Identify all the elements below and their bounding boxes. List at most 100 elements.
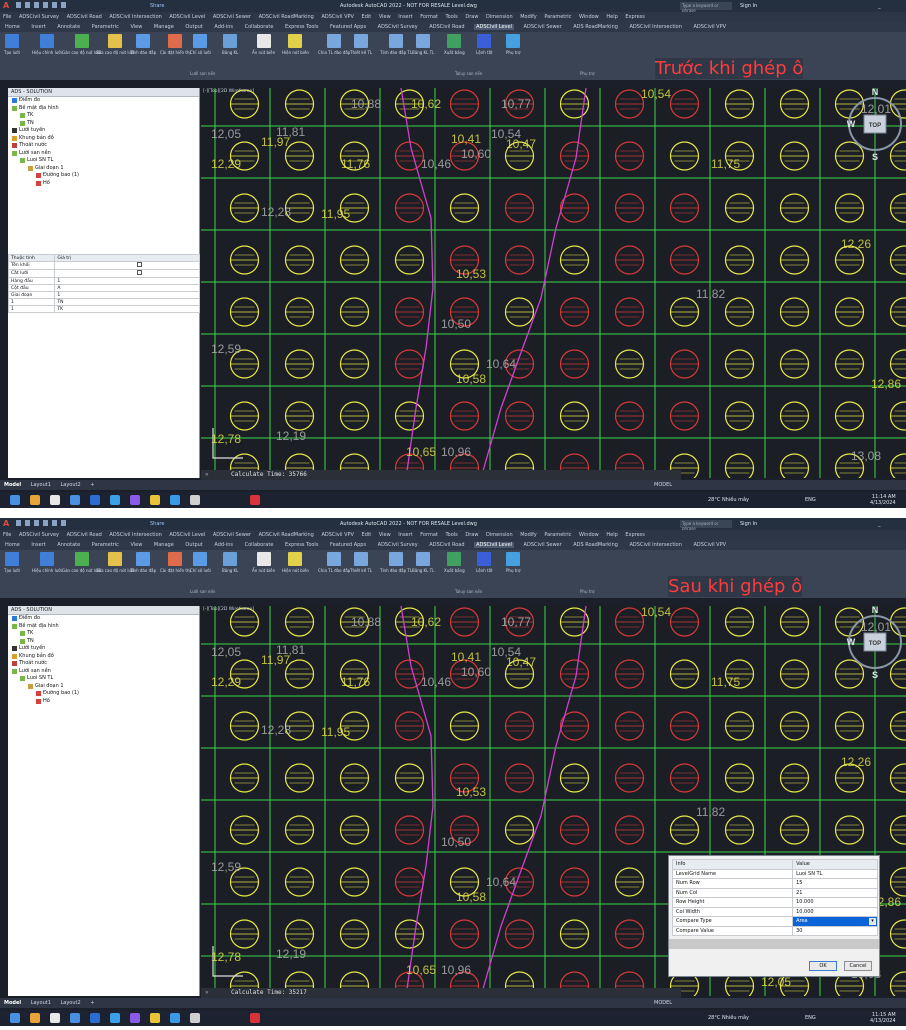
search-icon[interactable] (30, 495, 40, 505)
tree-item[interactable]: Đường bao (1) (8, 690, 199, 698)
search-input[interactable]: Type a keyword or phrase (680, 520, 732, 531)
share-button[interactable]: Share (150, 3, 164, 9)
info-value[interactable]: 21 (792, 887, 878, 898)
model-space-status[interactable]: MODEL (654, 998, 672, 1008)
tree-item[interactable]: Điểm đo (8, 615, 199, 623)
table-row[interactable]: Hàng đầu 1 (7, 277, 200, 285)
info-value[interactable]: 15 (792, 878, 878, 889)
info-value[interactable]: Luoi SN TL (792, 868, 878, 879)
menu-item[interactable]: ADSCivil Level (169, 14, 205, 20)
add-layout-button[interactable]: + (90, 482, 94, 488)
ribbon-button[interactable]: Lệnh tắt (476, 34, 493, 55)
cad-drawing[interactable]: 12,05 12,29 12,59 12,78 12,19 10,53 10,50 10,58… (201, 88, 906, 478)
menu-item[interactable]: ADSCivil RoadMarking (259, 532, 314, 538)
explorer-icon[interactable] (110, 495, 120, 505)
tree-item[interactable]: Lưới tuyến (8, 645, 199, 653)
weather-widget[interactable]: 28°C Nhiều mây (708, 1015, 749, 1021)
tab-view[interactable]: View (128, 542, 144, 548)
ribbon-button[interactable]: Tính đào đắp (130, 34, 156, 55)
autocad-taskbar-icon[interactable] (250, 1013, 260, 1023)
prop-value[interactable]: 1 (54, 277, 200, 285)
ribbon-button[interactable]: Phụ trợ (506, 34, 520, 55)
sign-in-button[interactable]: Sign In (740, 3, 757, 9)
app-icon[interactable] (190, 1013, 200, 1023)
input-language[interactable]: ENG (805, 1015, 816, 1021)
clock[interactable]: 11:14 AM 4/13/2024 (870, 494, 896, 506)
table-row[interactable]: Tên khối (7, 261, 200, 270)
autocad-taskbar-icon[interactable] (250, 495, 260, 505)
tab-parametric[interactable]: Parametric (90, 24, 121, 30)
ribbon-button[interactable]: Tạo lưới (4, 552, 20, 573)
menu-item[interactable]: Format (420, 14, 438, 20)
menu-item[interactable]: Modify (520, 14, 537, 20)
tree-item[interactable]: Đường bao (1) (8, 172, 199, 180)
tab-view[interactable]: View (128, 24, 144, 30)
zalo-icon[interactable] (130, 1013, 140, 1023)
ribbon-button[interactable]: Chia TL đào đắp (318, 552, 350, 573)
tab-output[interactable]: Output (183, 542, 204, 548)
app-icon[interactable] (170, 1013, 180, 1023)
menu-item[interactable]: Insert (398, 14, 412, 20)
tab-manage[interactable]: Manage (152, 542, 176, 548)
ribbon-button[interactable]: Bảng KL TL (412, 552, 434, 573)
menu-item[interactable]: File (3, 14, 11, 20)
autocad-logo-icon[interactable]: A (3, 1, 13, 11)
prop-value[interactable]: TN (54, 298, 200, 306)
menu-item[interactable]: ADSCivil Survey (19, 14, 59, 20)
tab-ads-roadmarking[interactable]: ADS RoadMarking (571, 24, 620, 30)
folder-icon[interactable] (150, 495, 160, 505)
viewport-controls-label[interactable]: [-][Top][2D Wireframe] (203, 89, 254, 94)
tab-addins[interactable]: Add-ins (212, 542, 235, 548)
tree-item[interactable]: Thoát nước (8, 142, 199, 150)
command-line[interactable]: ✕ Calculate Time: 35217 (201, 988, 681, 998)
menu-item[interactable]: View (379, 14, 391, 20)
menu-item[interactable]: Modify (520, 532, 537, 538)
explorer-icon[interactable] (110, 1013, 120, 1023)
tree-item[interactable]: Lưới san nền (8, 668, 199, 676)
app-icon[interactable] (190, 495, 200, 505)
menu-item[interactable]: Tools (445, 14, 457, 20)
menu-item[interactable]: ADSCivil Intersection (109, 532, 161, 538)
ribbon-button[interactable]: Phụ trợ (506, 552, 520, 573)
ribbon-button[interactable]: Hiệu chỉnh lưới (32, 552, 62, 573)
browser-icon[interactable] (50, 495, 60, 505)
layout-tab-model[interactable]: Model (4, 1000, 21, 1006)
menu-item[interactable]: ADSCivil Intersection (109, 14, 161, 20)
menu-item[interactable]: ADSCivil Road (67, 14, 102, 20)
tab-parametric[interactable]: Parametric (90, 542, 121, 548)
quick-access-toolbar[interactable] (16, 2, 96, 9)
model-space-status[interactable]: MODEL (654, 480, 672, 490)
compare-type-select[interactable]: Area ▾ (792, 916, 878, 927)
ribbon-button[interactable]: Lệnh tắt (476, 552, 493, 573)
ribbon-button[interactable]: Cài đặt hiển thị (160, 34, 191, 55)
menu-item[interactable]: Edit (362, 532, 372, 538)
ribbon-button[interactable]: Chia TL đào đắp (318, 34, 350, 55)
tree-item[interactable]: Luoi SN TL (8, 157, 199, 165)
ribbon-button[interactable]: Bảng KL (222, 552, 238, 573)
ribbon-button[interactable]: Ẩn nút biên (252, 34, 275, 55)
table-row[interactable]: Cột đầu A (7, 284, 200, 292)
tree-item[interactable]: Lưới tuyến (8, 127, 199, 135)
table-row[interactable]: Compare Type Area ▾ (671, 916, 878, 927)
layout-tab-layout1[interactable]: Layout1 (31, 482, 51, 488)
menu-item[interactable]: Dimension (486, 532, 513, 538)
menu-item[interactable]: Express (625, 532, 645, 538)
prop-value[interactable]: A (54, 284, 200, 292)
menu-item[interactable]: Help (606, 532, 617, 538)
ribbon-button[interactable]: Tính đào đắp (130, 552, 156, 573)
tab-adscivil-sewer[interactable]: ADSCivil Sewer (522, 24, 564, 30)
chevron-down-icon[interactable]: ▾ (869, 918, 876, 925)
ribbon-button[interactable]: Sửa cao độ nút lưới (96, 552, 135, 573)
menu-item[interactable]: Window (579, 14, 599, 20)
menu-item[interactable]: ADSCivil Sewer (213, 14, 251, 20)
autocad-logo-icon[interactable]: A (3, 519, 13, 529)
quick-access-toolbar[interactable] (16, 520, 96, 527)
layout-tab-model[interactable]: Model (4, 482, 21, 488)
edge-icon[interactable] (70, 1013, 80, 1023)
command-line[interactable]: ✕ Calculate Time: 35766 (201, 470, 681, 480)
ribbon-button[interactable]: Tính đào đắp TL (380, 552, 412, 573)
tab-express-tools[interactable]: Express Tools (283, 24, 320, 30)
tab-collaborate[interactable]: Collaborate (243, 542, 276, 548)
table-row[interactable]: 1 TK (7, 305, 200, 313)
tree-item[interactable]: Thoát nước (8, 660, 199, 668)
